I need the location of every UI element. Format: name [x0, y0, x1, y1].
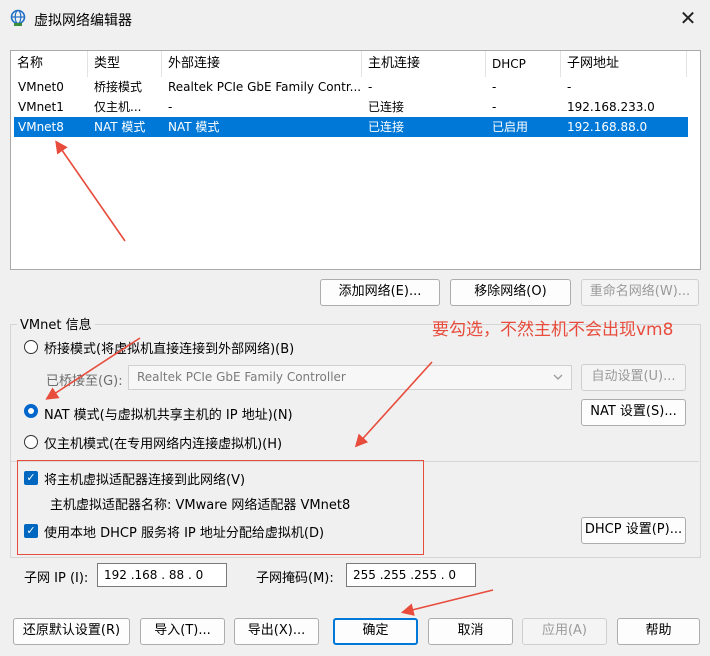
nat-mode-label[interactable]: NAT 模式(与虚拟机共享主机的 IP 地址)(N)	[44, 404, 293, 423]
bridged-to-label: 已桥接至(G):	[46, 374, 123, 389]
arrow-to-ok	[400, 589, 494, 616]
column-header-type[interactable]: 类型	[88, 51, 162, 77]
rename-network-button[interactable]: 重命名网络(W)...	[581, 279, 699, 306]
cell-host: 已连接	[368, 100, 405, 114]
annotation-text: 要勾选，不然主机不会出现vm8	[432, 320, 674, 340]
ok-button[interactable]: 确定	[333, 618, 418, 645]
bridge-mode-radio[interactable]	[24, 340, 38, 354]
cell-subnet: -	[567, 80, 572, 94]
host-only-radio[interactable]	[24, 435, 38, 449]
cell-external: -	[168, 100, 173, 114]
restore-defaults-button[interactable]: 还原默认设置(R)	[13, 618, 130, 645]
cell-subnet: 192.168.88.0	[567, 120, 648, 134]
cell-type: 仅主机...	[94, 100, 142, 114]
subnet-mask-input[interactable]: 255 .255 .255 . 0	[346, 563, 476, 587]
chevron-down-icon	[553, 374, 563, 380]
bridged-to-select[interactable]: Realtek PCIe GbE Family Controller	[128, 365, 572, 390]
table-row-selected[interactable]: VMnet8 NAT 模式 NAT 模式 已连接 已启用 192.168.88.…	[14, 117, 688, 137]
bridged-to-value: Realtek PCIe GbE Family Controller	[137, 370, 346, 384]
network-globe-icon	[10, 9, 26, 26]
import-button[interactable]: 导入(T)...	[140, 618, 225, 645]
cell-name: VMnet1	[18, 100, 64, 114]
column-header-name[interactable]: 名称	[11, 51, 88, 77]
cell-name: VMnet0	[18, 80, 64, 94]
auto-settings-button[interactable]: 自动设置(U)...	[581, 364, 686, 391]
cancel-button[interactable]: 取消	[428, 618, 513, 645]
cell-external: Realtek PCIe GbE Family Contr...	[168, 80, 362, 94]
help-button[interactable]: 帮助	[617, 618, 700, 645]
nat-mode-radio[interactable]	[24, 404, 38, 418]
bridge-mode-label[interactable]: 桥接模式(将虚拟机直接连接到外部网络)(B)	[44, 338, 294, 357]
cell-subnet: 192.168.233.0	[567, 100, 655, 114]
host-only-label[interactable]: 仅主机模式(在专用网络内连接虚拟机)(H)	[44, 433, 282, 452]
cell-dhcp: -	[492, 100, 497, 114]
add-network-button[interactable]: 添加网络(E)...	[320, 279, 440, 306]
subnet-ip-label: 子网 IP (I):	[24, 571, 89, 586]
cell-host: 已连接	[368, 120, 405, 134]
cell-type: NAT 模式	[94, 120, 146, 134]
table-row[interactable]: VMnet1 仅主机... - 已连接 - 192.168.233.0	[14, 97, 688, 117]
apply-button[interactable]: 应用(A)	[522, 618, 607, 645]
cell-host: -	[368, 80, 373, 94]
nat-settings-button[interactable]: NAT 设置(S)...	[581, 399, 686, 426]
subnet-ip-input[interactable]: 192 .168 . 88 . 0	[97, 563, 227, 587]
remove-network-button[interactable]: 移除网络(O)	[450, 279, 571, 306]
column-header-subnet[interactable]: 子网地址	[561, 51, 687, 77]
cell-dhcp: 已启用	[492, 120, 529, 134]
cell-dhcp: -	[492, 80, 497, 94]
window-title: 虚拟网络编辑器	[34, 13, 132, 29]
column-header-external[interactable]: 外部连接	[162, 51, 362, 77]
cell-name: VMnet8	[18, 120, 64, 134]
annotation-highlight-box	[17, 460, 424, 555]
table-row[interactable]: VMnet0 桥接模式 Realtek PCIe GbE Family Cont…	[14, 77, 688, 97]
close-icon[interactable]: ✕	[676, 8, 700, 30]
network-table[interactable]: 名称 类型 外部连接 主机连接 DHCP 子网地址 VMnet0 桥接模式 Re…	[10, 50, 701, 270]
dhcp-settings-button[interactable]: DHCP 设置(P)...	[581, 517, 686, 544]
column-header-host[interactable]: 主机连接	[362, 51, 486, 77]
column-header-dhcp[interactable]: DHCP	[486, 51, 561, 77]
cell-type: 桥接模式	[94, 80, 143, 94]
export-button[interactable]: 导出(X)...	[234, 618, 319, 645]
subnet-mask-label: 子网掩码(M):	[256, 571, 334, 586]
cell-external: NAT 模式	[168, 120, 220, 134]
vmnet-info-title: VMnet 信息	[17, 314, 95, 333]
